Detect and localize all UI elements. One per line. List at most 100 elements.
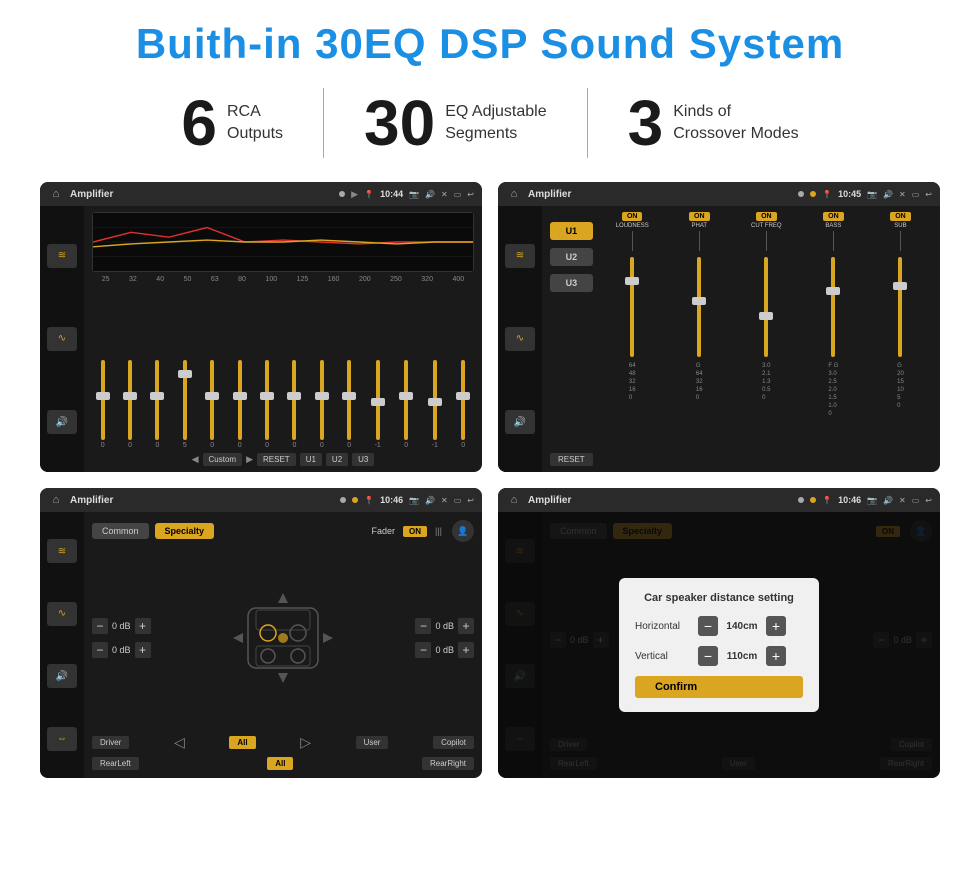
eq-sidebar-vol-btn[interactable]: 🔊: [47, 410, 77, 434]
page-wrapper: Buith-in 30EQ DSP Sound System 6 RCA Out…: [0, 0, 980, 798]
stat-text-rca: RCA Outputs: [227, 101, 283, 146]
crossover-status-title: Amplifier: [528, 189, 792, 200]
eq-slider-12: 0: [404, 360, 408, 449]
distance-status-title: Amplifier: [528, 495, 792, 506]
crossover-eq-icon: ≋: [516, 250, 524, 261]
eq-reset-btn[interactable]: RESET: [257, 453, 296, 466]
fader-back-icon[interactable]: ↩: [467, 496, 474, 505]
eq-sidebar-wave-btn[interactable]: ∿: [47, 327, 77, 351]
crossover-u2-btn[interactable]: U2: [550, 248, 593, 266]
stat-crossover: 3 Kinds of Crossover Modes: [588, 91, 839, 155]
wave-icon: ∿: [58, 333, 66, 344]
phat-on-btn[interactable]: ON: [689, 212, 710, 221]
eq-dot1: [339, 191, 345, 197]
eq-next-btn[interactable]: ▶: [246, 454, 253, 465]
eq-slider-11: -1: [375, 360, 381, 449]
dialog-horizontal-minus-btn[interactable]: −: [698, 616, 718, 636]
fader-all2-btn[interactable]: All: [267, 757, 293, 770]
fader-vol-sidebar-btn[interactable]: 🔊: [47, 664, 77, 688]
fader-slider-mini[interactable]: |||: [435, 526, 442, 536]
eq-sidebar-eq-btn[interactable]: ≋: [47, 244, 77, 268]
eq-u1-btn[interactable]: U1: [300, 453, 322, 466]
sub-channel: ON SUB G 20 15 10 5: [869, 212, 932, 466]
crossover-u3-btn[interactable]: U3: [550, 274, 593, 292]
fader-driver-btn[interactable]: Driver: [92, 736, 129, 749]
crossover-status-bar: ⌂ Amplifier 📍 10:45 📷 🔊 ✕ ▭ ↩: [498, 182, 940, 206]
crossover-screen-card: ⌂ Amplifier 📍 10:45 📷 🔊 ✕ ▭ ↩ ≋ ∿: [498, 182, 940, 472]
crossover-wave-icon: ∿: [516, 333, 524, 344]
crossover-wave-btn[interactable]: ∿: [505, 327, 535, 351]
crossover-dot2: [810, 191, 816, 197]
dialog-vertical-plus-btn[interactable]: +: [766, 646, 786, 666]
bass-on-btn[interactable]: ON: [823, 212, 844, 221]
fader-tab-specialty[interactable]: Specialty: [155, 523, 215, 539]
phat-label: PHAT: [691, 223, 707, 229]
dialog-vertical-minus-btn[interactable]: −: [698, 646, 718, 666]
fader-main-area: Common Specialty Fader ON ||| 👤: [84, 512, 482, 778]
fader-minus-3-btn[interactable]: −: [415, 618, 431, 634]
distance-dialog-overlay: Car speaker distance setting Horizontal …: [498, 512, 940, 778]
fader-dot2: [352, 497, 358, 503]
fader-user-btn[interactable]: User: [356, 736, 389, 749]
eq-back-icon[interactable]: ↩: [467, 190, 474, 199]
fader-rearright-btn[interactable]: RearRight: [422, 757, 474, 770]
dialog-title: Car speaker distance setting: [635, 592, 803, 604]
fader-on-btn[interactable]: ON: [403, 526, 427, 537]
sub-on-btn[interactable]: ON: [890, 212, 911, 221]
eq-slider-3: 0: [155, 360, 159, 449]
dialog-horizontal-plus-btn[interactable]: +: [766, 616, 786, 636]
crossover-cam-icon: 📷: [867, 190, 877, 199]
dialog-confirm-btn[interactable]: Confirm: [635, 676, 803, 698]
eq-custom-btn[interactable]: Custom: [203, 453, 243, 466]
stat-number-eq: 30: [364, 91, 435, 155]
fader-profile-btn[interactable]: 👤: [452, 520, 474, 542]
fader-minus-2-btn[interactable]: −: [92, 642, 108, 658]
crossover-preset-col: U1 U2 U3 RESET: [550, 212, 593, 466]
fader-copilot-btn[interactable]: Copilot: [433, 736, 474, 749]
cutfreq-on-btn[interactable]: ON: [756, 212, 777, 221]
home-icon: ⌂: [48, 186, 64, 202]
crossover-reset-btn[interactable]: RESET: [550, 453, 593, 466]
fader-db-value-1: 0 dB: [112, 621, 131, 631]
fader-right-col: − 0 dB + − 0 dB +: [342, 618, 474, 658]
loudness-on-btn[interactable]: ON: [622, 212, 643, 221]
fader-plus-3-btn[interactable]: +: [458, 618, 474, 634]
fader-sidebar: ≋ ∿ 🔊 ⇔: [40, 512, 84, 778]
fader-minus-1-btn[interactable]: −: [92, 618, 108, 634]
fader-arrows-btn[interactable]: ⇔: [47, 727, 77, 751]
eq-slider-10: 0: [347, 360, 351, 449]
fader-tab-common[interactable]: Common: [92, 523, 149, 539]
eq-u2-btn[interactable]: U2: [326, 453, 348, 466]
fader-all-btn[interactable]: All: [229, 736, 255, 749]
fader-minus-4-btn[interactable]: −: [415, 642, 431, 658]
fader-wave-btn[interactable]: ∿: [47, 602, 77, 626]
distance-back-icon[interactable]: ↩: [925, 496, 932, 505]
crossover-vol-btn[interactable]: 🔊: [505, 410, 535, 434]
eq-prev-btn[interactable]: ◀: [192, 454, 199, 465]
fader-rearleft-btn[interactable]: RearLeft: [92, 757, 139, 770]
fader-db-control-1: − 0 dB +: [92, 618, 224, 634]
crossover-back-icon[interactable]: ↩: [925, 190, 932, 199]
crossover-x-icon: ✕: [899, 190, 906, 199]
fader-plus-4-btn[interactable]: +: [458, 642, 474, 658]
crossover-u1-btn[interactable]: U1: [550, 222, 593, 240]
distance-x-icon: ✕: [899, 496, 906, 505]
eq-play-icon: ▶: [351, 189, 358, 200]
dialog-vertical-label: Vertical: [635, 651, 690, 662]
fader-home-icon: ⌂: [48, 492, 64, 508]
fader-x-icon: ✕: [441, 496, 448, 505]
fader-plus-2-btn[interactable]: +: [135, 642, 151, 658]
distance-cam-icon: 📷: [867, 496, 877, 505]
fader-eq-btn[interactable]: ≋: [47, 539, 77, 563]
crossover-eq-btn[interactable]: ≋: [505, 244, 535, 268]
fader-db-value-2: 0 dB: [112, 645, 131, 655]
fader-left-arrow-icon: ◁: [174, 734, 185, 751]
crossover-home-icon: ⌂: [506, 186, 522, 202]
fader-bottom-row-2: RearLeft All RearRight: [92, 757, 474, 770]
eq-content: ≋ ∿ 🔊: [40, 206, 482, 472]
eq-u3-btn[interactable]: U3: [352, 453, 374, 466]
crossover-main-area: U1 U2 U3 RESET ON LOUDNESS: [542, 206, 940, 472]
crossover-speaker-icon: 🔊: [514, 417, 526, 428]
fader-plus-1-btn[interactable]: +: [135, 618, 151, 634]
bass-channel: ON BASS F G 3.0 2.5 2.0 1.5: [802, 212, 865, 466]
